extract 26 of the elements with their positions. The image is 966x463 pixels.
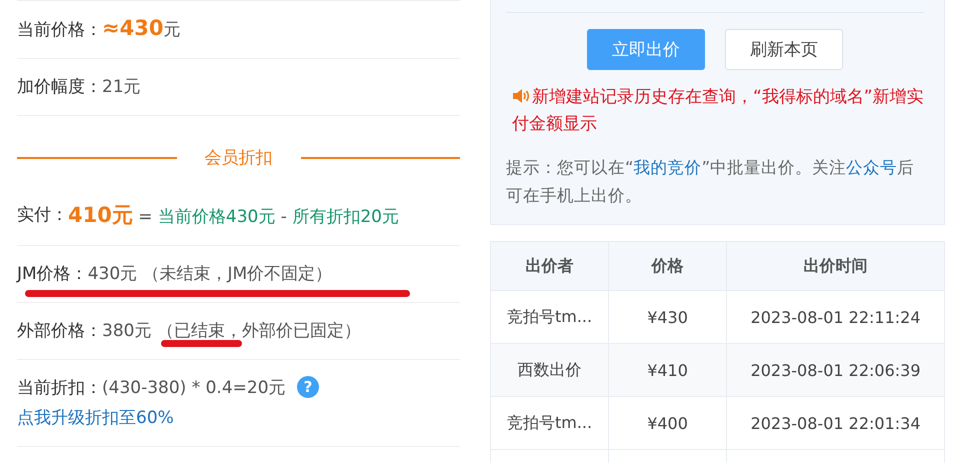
- table-cell: ¥410: [608, 344, 727, 396]
- column-header: 出价者: [490, 242, 609, 290]
- section-title: 会员折扣: [204, 147, 272, 169]
- table-cell: 西数出价: [490, 344, 609, 396]
- table-cell: 竞拍号tm...: [490, 396, 609, 450]
- row-value: 410元 = 当前价格430元 - 所有折扣20元: [68, 202, 400, 229]
- table-cell: 2023-08-01 22:01:34: [726, 396, 944, 450]
- help-icon[interactable]: ?: [296, 376, 319, 398]
- bid-button[interactable]: 立即出价: [587, 29, 705, 70]
- speaker-icon: [512, 88, 530, 104]
- tip-link[interactable]: 我的竞价: [634, 158, 702, 177]
- table-cell: ¥400: [608, 396, 727, 450]
- refresh-button[interactable]: 刷新本页: [725, 29, 843, 70]
- price-info: 外部价格：380元 （已结束，外部价已固定）: [17, 321, 361, 341]
- row-label: 实付：: [17, 204, 68, 227]
- tip-link[interactable]: 公众号: [846, 158, 898, 177]
- upgrade-link[interactable]: 点我升级折扣至60%: [17, 408, 174, 428]
- column-header: 价格: [608, 242, 727, 290]
- price-info: 当前折扣：(430-380) * 0.4=20元 ? 点我升级折扣至60%: [17, 378, 325, 428]
- price-info: 当前价格：≈430元: [17, 20, 180, 40]
- table-cell: 2023-08-01 22:06:39: [726, 344, 944, 396]
- price-info: 加价幅度：21元: [17, 77, 141, 97]
- notice-text: 新增建站记录历史存在查询，“我得标的域名”新增实付金额显示: [511, 86, 924, 136]
- column-header: 出价时间: [726, 242, 944, 290]
- tip-text: 提示：您可以在“我的竞价”中批量出价。关注公众号后可在手机上出价。: [506, 157, 916, 207]
- price-info: JM价格：430元 （未结束，JM价不固定）: [17, 264, 332, 284]
